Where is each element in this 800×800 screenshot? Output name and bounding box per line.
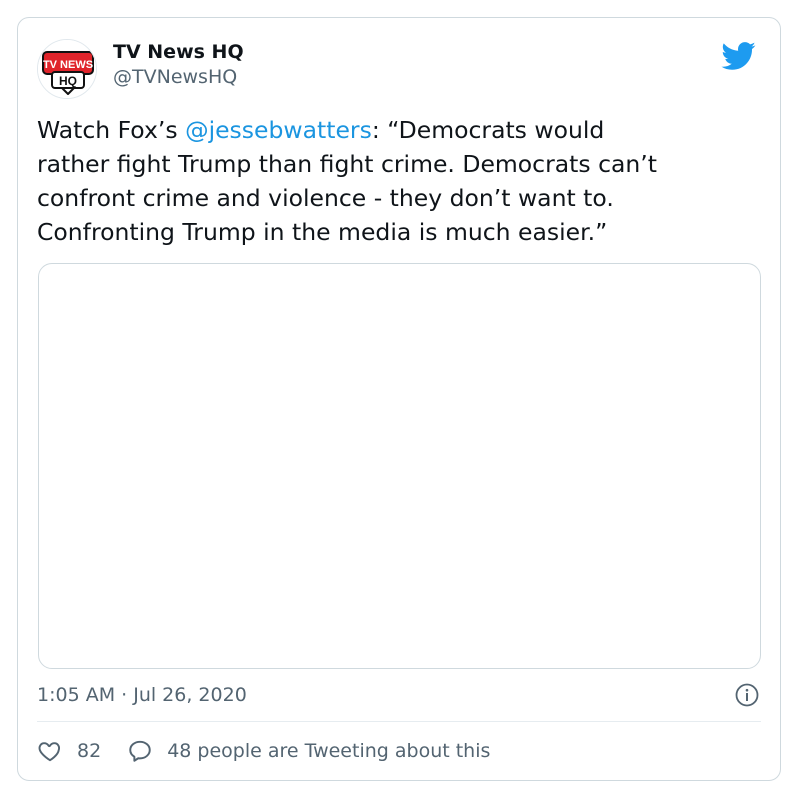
tv-news-hq-logo: TV NEWS HQ [38,40,96,98]
speech-bubble-icon [129,740,151,762]
tweet-actions: 82 48 people are Tweeting about this [37,736,490,766]
tweet-text: Watch Fox’s @jessebwatters: “Democrats w… [37,113,757,249]
like-button[interactable]: 82 [37,738,101,764]
author-display-name[interactable]: TV News HQ [113,40,244,64]
divider [37,721,761,722]
author-block[interactable]: TV News HQ @TVNewsHQ [113,40,244,90]
twitter-bird-icon[interactable] [720,38,756,74]
info-icon[interactable] [734,682,760,708]
conversation-button[interactable]: 48 people are Tweeting about this [127,738,490,764]
tweet-card: TV NEWS HQ TV News HQ @TVNewsHQ Watch Fo… [17,17,781,781]
svg-text:TV NEWS: TV NEWS [43,59,93,71]
tweet-text-prefix: Watch Fox’s [37,116,186,144]
tweet-header: TV NEWS HQ TV News HQ @TVNewsHQ [37,38,760,100]
tweet-timestamp[interactable]: 1:05 AM · Jul 26, 2020 [37,682,247,708]
author-handle[interactable]: @TVNewsHQ [113,64,244,90]
mention-link[interactable]: @jessebwatters [185,116,372,144]
avatar[interactable]: TV NEWS HQ [37,39,97,99]
media-embed[interactable] [38,263,761,669]
heart-icon [38,742,61,762]
conversation-label: 48 people are Tweeting about this [167,740,491,762]
like-count: 82 [77,740,102,762]
svg-text:HQ: HQ [59,74,77,88]
